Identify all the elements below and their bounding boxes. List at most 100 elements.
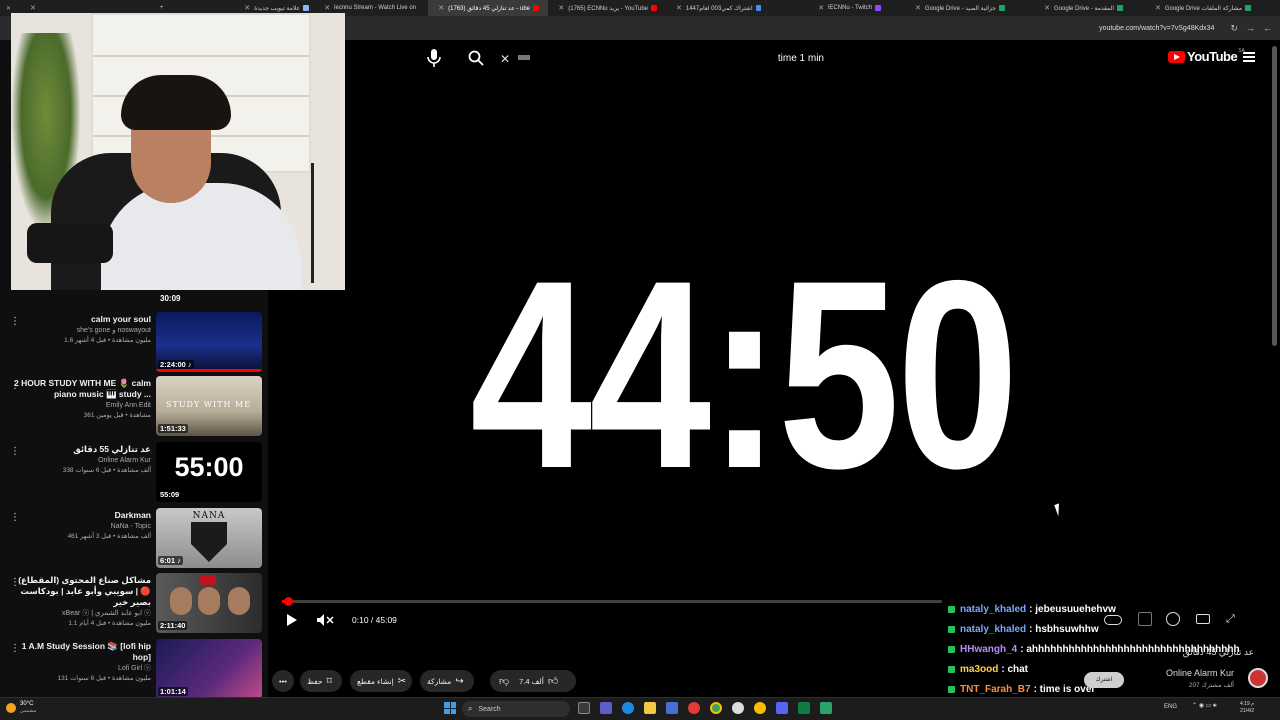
recommendation-item[interactable]: ⋮ Darkman NaNa - Topic 461 ألف مشاهدة • قبل…	[0, 508, 268, 570]
forward-icon[interactable]: →	[1246, 23, 1255, 33]
refresh-icon[interactable]: ↻	[1230, 23, 1238, 34]
store-icon[interactable]	[666, 702, 678, 714]
more-actions-button[interactable]: •••	[272, 670, 294, 692]
task-view-icon[interactable]	[578, 702, 590, 714]
recommendation-title[interactable]: 1 A.M Study Session 📚 [lofi hip hop]	[11, 641, 151, 663]
thumbnail-duration: 1:01:14	[158, 687, 188, 696]
muted-volume-icon[interactable]	[316, 613, 334, 627]
close-icon[interactable]: ✕	[558, 4, 564, 12]
dislike-icon[interactable]: 👎︎	[499, 675, 509, 687]
close-icon[interactable]: ✕	[30, 4, 36, 12]
share-button[interactable]: مشاركة ↪	[420, 670, 474, 692]
browser-tab[interactable]: ✕ Google Drive - المقدمة	[1014, 0, 1132, 16]
discord-icon[interactable]	[776, 702, 788, 714]
chat-username[interactable]: nataly_khaled	[960, 624, 1026, 635]
back-icon[interactable]: ←	[1263, 23, 1272, 33]
search-icon[interactable]	[468, 50, 484, 66]
recommendation-title[interactable]: عد تنازلي 55 دقائق	[11, 444, 151, 455]
close-icon[interactable]: ✕	[818, 4, 824, 12]
new-tab-icon[interactable]: +	[160, 5, 164, 11]
chat-message: nataly_khaled: jebeusuuehehvw	[948, 600, 1116, 618]
close-icon[interactable]: ✕	[1155, 4, 1161, 12]
search-input[interactable]	[516, 48, 836, 68]
excel-icon[interactable]	[798, 702, 810, 714]
youtube-logo[interactable]: YouTube SA	[1168, 48, 1245, 64]
recommendation-channel[interactable]: Emily Ann Edit	[11, 400, 151, 411]
microphone-icon[interactable]	[426, 48, 442, 68]
windows-start-icon[interactable]	[444, 702, 456, 714]
browser-tab[interactable]: ✕ (1765) ECNNu يريد - YouTube	[548, 0, 666, 16]
weather-condition: مشمس	[20, 708, 37, 714]
system-tray-icons[interactable]: ⌃ ◉ ▭ 🔊︎	[1192, 702, 1217, 710]
app-icon[interactable]	[732, 702, 744, 714]
chrome-alt-icon[interactable]	[754, 702, 766, 714]
close-icon[interactable]: ✕	[915, 4, 921, 12]
like-count: 7.4 ألف	[519, 676, 544, 686]
recommendation-item[interactable]: ⋮ 1 A.M Study Session 📚 [lofi hip hop] Lof…	[0, 639, 268, 701]
seek-bar-handle[interactable]	[284, 597, 293, 606]
recommendation-title[interactable]: Darkman	[11, 510, 151, 521]
chat-message: nataly_khaled: hsbhsuwhhw	[948, 620, 1099, 638]
close-icon[interactable]: ✕	[244, 4, 250, 12]
clear-search-icon[interactable]: ✕	[500, 52, 512, 66]
chrome-icon[interactable]	[710, 702, 722, 714]
recommendation-title[interactable]: 2 HOUR STUDY WITH ME 🌷 calm piano music …	[11, 378, 151, 400]
app-green-icon[interactable]	[820, 702, 832, 714]
recommendation-thumbnail[interactable]: 1:01:14	[156, 639, 262, 699]
taskbar-search[interactable]: ⌕ Search	[462, 701, 570, 717]
recommendation-thumbnail[interactable]: NANA 6:01 ♪	[156, 508, 262, 568]
share-icon: ↪	[455, 675, 464, 687]
file-explorer-icon[interactable]	[644, 702, 656, 714]
chat-message-text: : jebeusuuehehvw	[1029, 603, 1116, 615]
video-seek-bar[interactable]	[282, 597, 942, 606]
url-field[interactable]: youtube.com/watch?v=7vSg48Kdx34	[1099, 25, 1214, 32]
close-icon[interactable]: ✕	[438, 4, 444, 12]
recommendation-channel[interactable]: xBear ⓥ | ابو عابد الشمري ⓥ	[11, 608, 151, 619]
recommendation-thumbnail[interactable]: 2:24:00 ♪	[156, 312, 262, 372]
recommendation-channel[interactable]: Lofi Girl ⓥ	[11, 663, 151, 674]
recommendation-item[interactable]: ⋮ عد تنازلي 55 دقائق Online Alarm Kur 338 أ…	[0, 442, 268, 504]
tab-title: عد تنازلي 45 دقائق (1763) - ube	[448, 5, 530, 12]
subscribe-button[interactable]: اشترك	[1084, 672, 1124, 688]
recommendation-item[interactable]: ⋮ 2 HOUR STUDY WITH ME 🌷 calm piano music…	[0, 376, 268, 438]
like-icon[interactable]: 👍︎	[548, 675, 558, 687]
browser-tab[interactable]: ✕ Google Drive مشاركة الملفات	[1132, 0, 1260, 16]
browser-tab[interactable]: ✕ Google Drive - جزائية الصيد	[890, 0, 1014, 16]
chat-username[interactable]: ma3ood	[960, 664, 998, 675]
weather-widget[interactable]: 30°C مشمس	[6, 701, 36, 714]
browser-tab-active[interactable]: ✕ عد تنازلي 45 دقائق (1763) - ube	[428, 0, 548, 16]
input-language[interactable]: ENG	[1164, 704, 1177, 710]
page-scrollbar[interactable]	[1272, 46, 1277, 346]
recommendation-thumbnail[interactable]: 55:00 55:09	[156, 442, 262, 502]
recommendation-thumbnail[interactable]: STUDY WITH ME 1:51:33	[156, 376, 262, 436]
overlay-channel-name[interactable]: Online Alarm Kur	[1166, 668, 1234, 678]
browser-tab[interactable]: ✕ اشتراك كمي003 لعام1447	[666, 0, 770, 16]
chat-username[interactable]: HHwangh_4	[960, 644, 1017, 655]
opera-icon[interactable]	[688, 702, 700, 714]
recommendation-item[interactable]: ⋮ calm your soul she's gone و noswayout 1.6…	[0, 312, 268, 374]
recommendation-title[interactable]: مشاكل صناع المحتوى (المقطاع) 🔴 | سويبي و…	[11, 575, 151, 608]
edge-icon[interactable]	[622, 702, 634, 714]
teams-icon[interactable]	[600, 702, 612, 714]
close-icon[interactable]: ✕	[6, 5, 11, 12]
chat-badge-icon	[948, 625, 955, 633]
play-icon[interactable]	[286, 613, 298, 627]
channel-avatar[interactable]	[1248, 668, 1268, 688]
chat-username[interactable]: nataly_khaled	[960, 604, 1026, 615]
recommendation-channel[interactable]: NaNa - Topic	[11, 521, 151, 532]
recommendation-channel[interactable]: Online Alarm Kur	[11, 455, 151, 466]
recommendation-thumbnail[interactable]: 2:11:40	[156, 573, 262, 633]
system-clock[interactable]: 4:19 م 21/4/2	[1240, 701, 1254, 715]
clip-button[interactable]: إنشاء مقطع ✂	[350, 670, 412, 692]
recommendation-item[interactable]: ⋮ مشاكل صناع المحتوى (المقطاع) 🔴 | سويبي …	[0, 573, 268, 635]
save-button[interactable]: حفظ ⌑	[300, 670, 342, 692]
close-icon[interactable]: ✕	[324, 4, 330, 12]
clock-date: 21/4/2	[1240, 708, 1255, 714]
chat-username[interactable]: TNT_Farah_B7	[960, 684, 1031, 695]
browser-tab[interactable]: ✕ lECNNu - Twitch	[770, 0, 890, 16]
recommendation-title[interactable]: calm your soul	[11, 314, 151, 325]
hamburger-menu-icon[interactable]	[1243, 52, 1255, 62]
recommendation-channel[interactable]: she's gone و noswayout	[11, 325, 151, 336]
close-icon[interactable]: ✕	[1044, 4, 1050, 12]
close-icon[interactable]: ✕	[676, 4, 682, 12]
